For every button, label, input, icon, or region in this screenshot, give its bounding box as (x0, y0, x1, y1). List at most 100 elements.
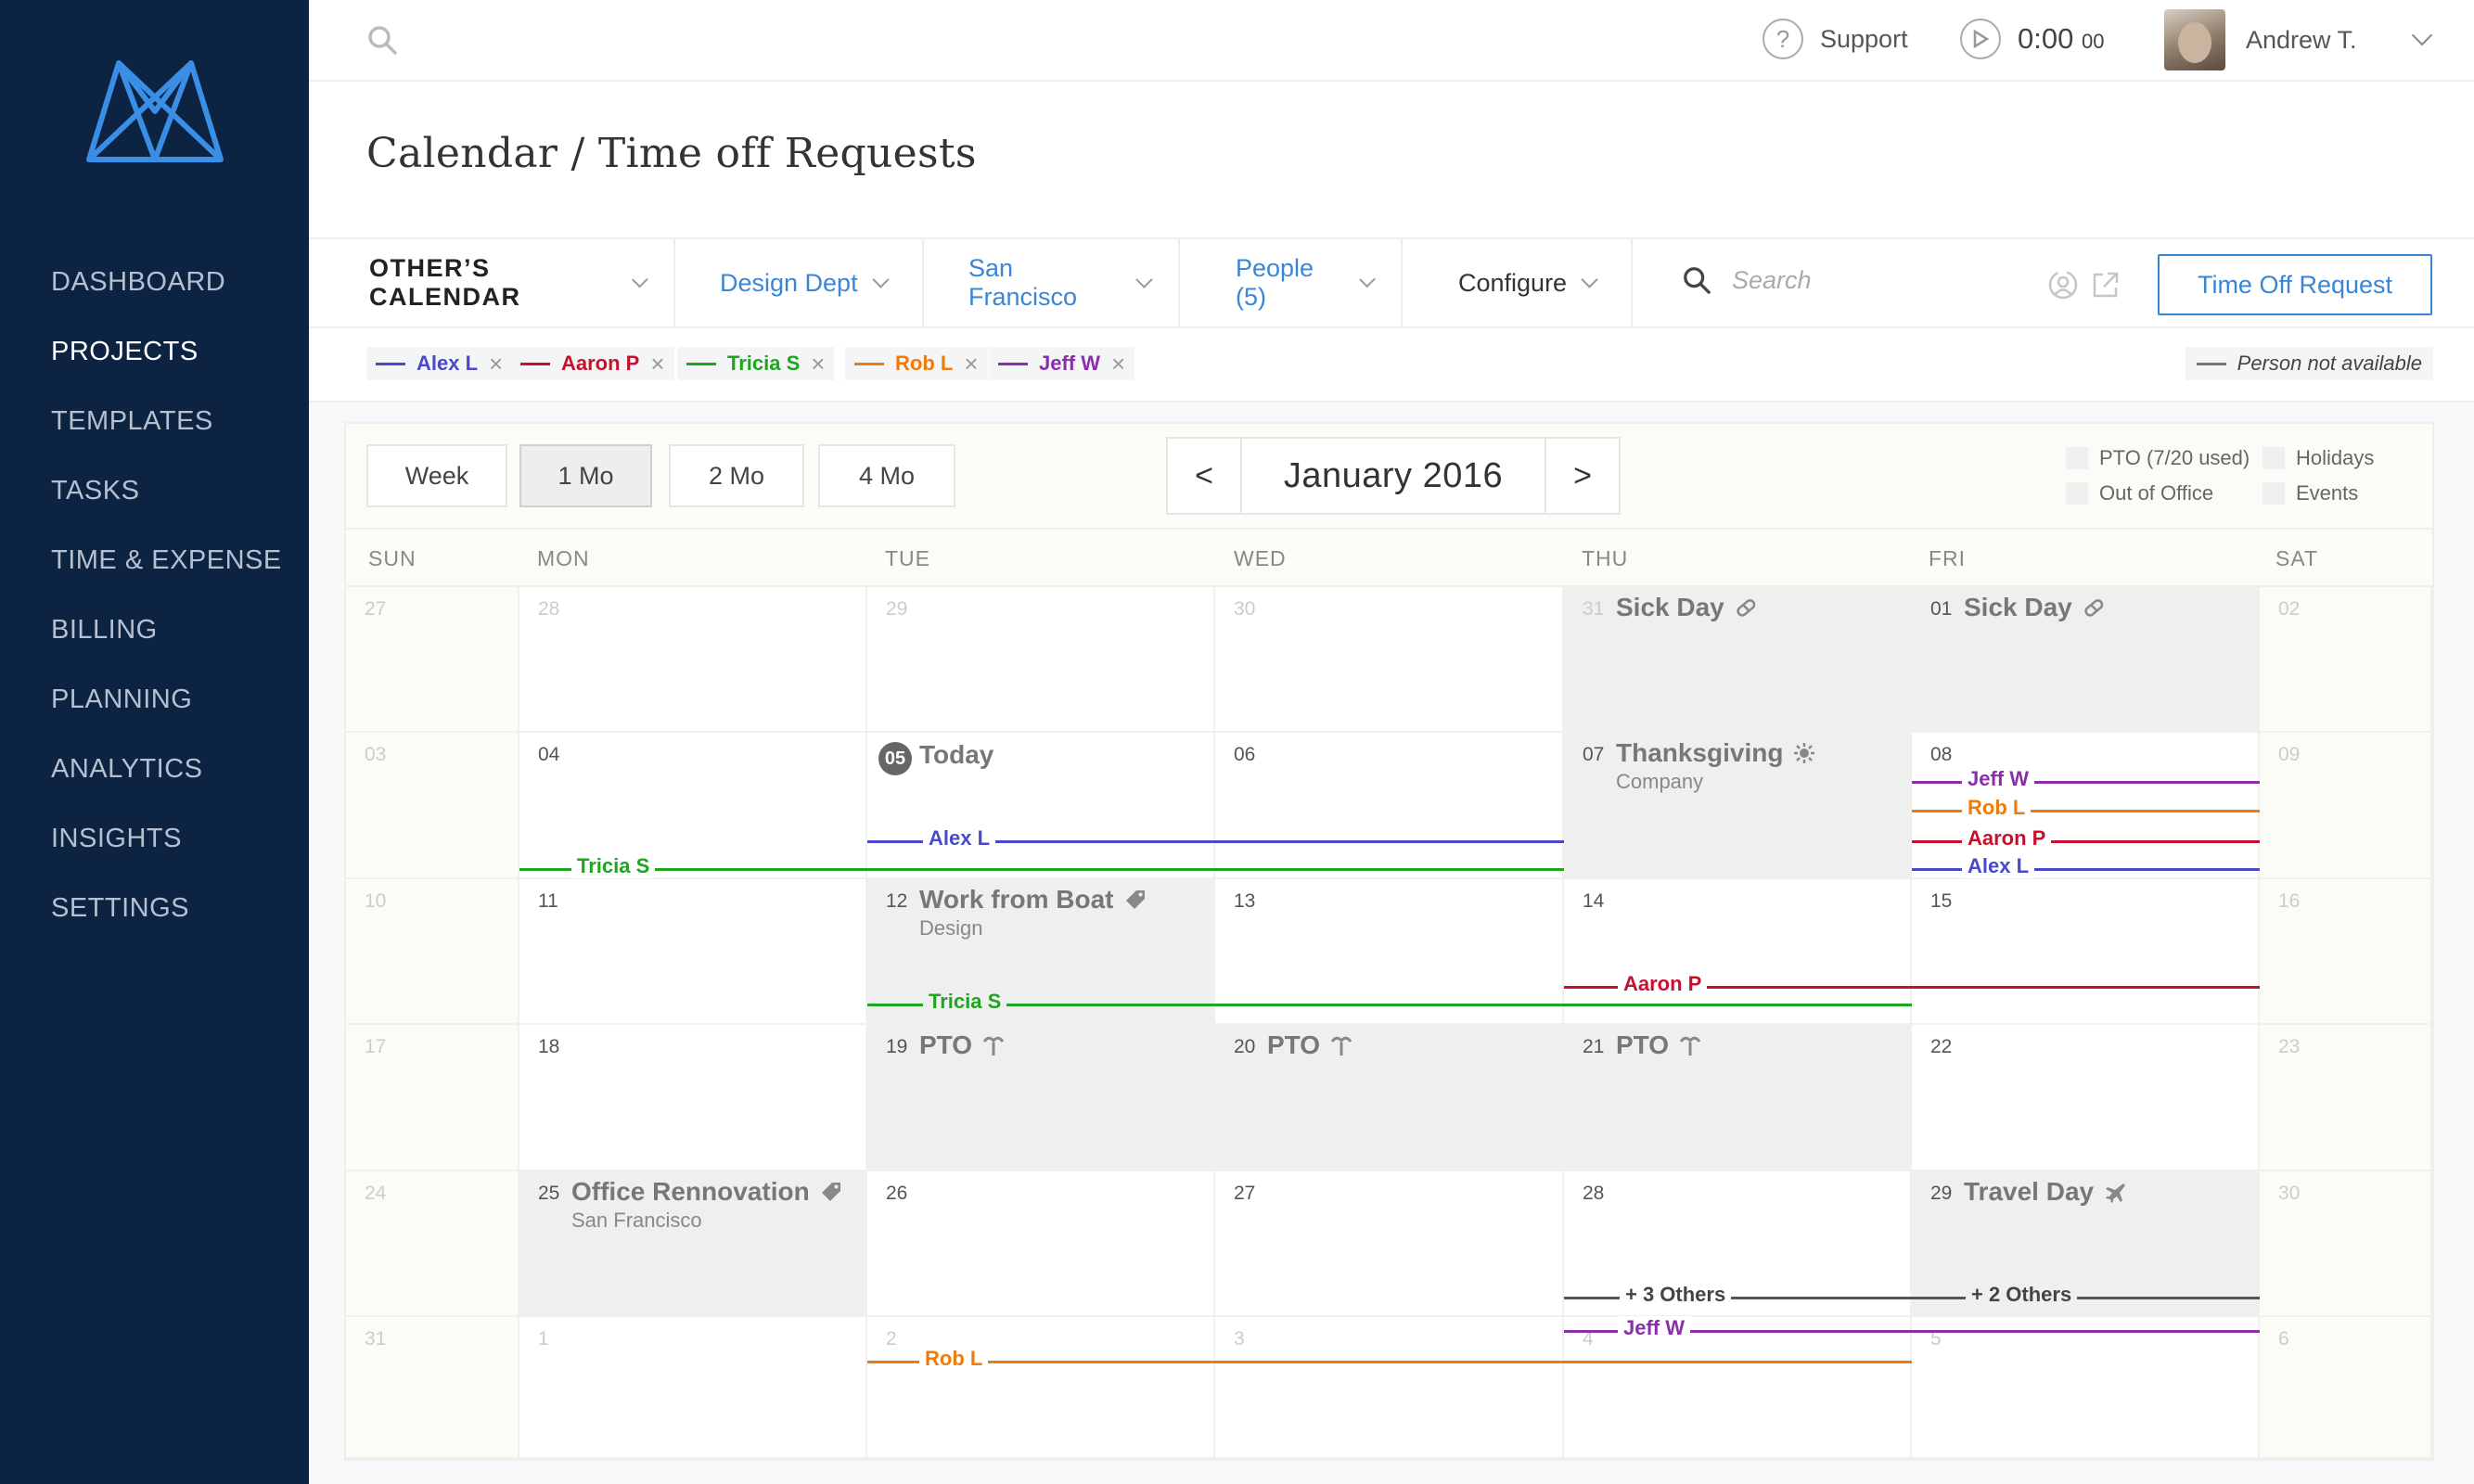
event-pto[interactable]: PTO (1267, 1030, 1353, 1060)
day-cell[interactable]: 22 (1912, 1025, 2260, 1171)
bar-aaron-p[interactable]: Aaron P (1912, 826, 2260, 851)
event-travel-day[interactable]: Travel Day (1964, 1177, 2127, 1207)
legend-holidays[interactable]: Holidays (2262, 446, 2374, 470)
nav-item-projects[interactable]: PROJECTS (0, 329, 309, 399)
day-cell[interactable]: 16 (2260, 879, 2432, 1025)
day-cell[interactable]: 3 (1215, 1317, 1564, 1459)
event-thanksgiving[interactable]: Thanksgiving (1616, 738, 1816, 768)
range-4mo-button[interactable]: 4 Mo (818, 444, 955, 507)
close-icon[interactable]: × (1111, 350, 1125, 378)
day-cell[interactable]: 06 (1215, 733, 1564, 879)
people-filter[interactable]: People (5) (1180, 239, 1403, 326)
checkbox[interactable] (2262, 447, 2285, 469)
day-cell[interactable]: 07 Thanksgiving Company (1564, 733, 1912, 879)
day-cell[interactable]: 15 (1912, 879, 2260, 1025)
legend-out-of-office[interactable]: Out of Office (2066, 481, 2213, 505)
bar-rob-l[interactable]: Rob L (1912, 796, 2260, 820)
chip-tricia-s[interactable]: Tricia S × (677, 347, 835, 380)
chevron-down-icon[interactable] (2411, 24, 2432, 46)
bar-alex-l[interactable]: Alex L (1912, 854, 2260, 878)
range-week-button[interactable]: Week (366, 444, 507, 507)
day-cell[interactable]: 27 (346, 587, 519, 733)
legend-pto[interactable]: PTO (7/20 used) (2066, 446, 2250, 470)
day-cell[interactable]: 01 Sick Day (1912, 587, 2260, 733)
checkbox[interactable] (2262, 482, 2285, 505)
day-cell[interactable]: 23 (2260, 1025, 2432, 1171)
nav-item-templates[interactable]: TEMPLATES (0, 399, 309, 468)
location-filter[interactable]: San Francisco (924, 239, 1180, 326)
play-icon[interactable] (1960, 19, 2001, 59)
configure-menu[interactable]: Configure (1403, 239, 1633, 326)
event-work-from-boat[interactable]: Work from Boat (919, 885, 1147, 915)
nav-item-billing[interactable]: BILLING (0, 608, 309, 677)
legend-events[interactable]: Events (2262, 481, 2358, 505)
close-icon[interactable]: × (964, 350, 978, 378)
day-cell[interactable]: 2 (867, 1317, 1215, 1459)
close-icon[interactable]: × (489, 350, 503, 378)
day-cell[interactable]: 19 PTO (867, 1025, 1215, 1171)
nav-item-time-expense[interactable]: TIME & EXPENSE (0, 538, 309, 608)
bar-jeff-w[interactable]: Jeff W (1564, 1316, 2260, 1340)
avatar[interactable] (2164, 9, 2225, 70)
day-cell[interactable]: 29 (867, 587, 1215, 733)
sync-user-icon[interactable] (2047, 269, 2079, 301)
day-cell[interactable]: 6 (2260, 1317, 2432, 1459)
nav-item-planning[interactable]: PLANNING (0, 677, 309, 747)
day-cell[interactable]: 17 (346, 1025, 519, 1171)
bar-jeff-w[interactable]: Jeff W (1912, 767, 2260, 791)
day-cell-today[interactable]: 05 Today (867, 733, 1215, 879)
chip-rob-l[interactable]: Rob L × (845, 347, 988, 380)
calendar-select[interactable]: OTHER’S CALENDAR (309, 239, 675, 326)
app-logo-icon[interactable] (82, 58, 228, 167)
timer[interactable]: 0:00 00 (1960, 19, 2104, 59)
nav-item-analytics[interactable]: ANALYTICS (0, 747, 309, 816)
bar-others[interactable]: + 2 Others (1912, 1283, 2260, 1307)
close-icon[interactable]: × (650, 350, 664, 378)
support-link[interactable]: ? Support (1763, 19, 1908, 59)
bar-others[interactable]: + 3 Others (1564, 1283, 1912, 1307)
day-cell[interactable]: 24 (346, 1171, 519, 1317)
user-menu[interactable]: Andrew T. (2164, 9, 2432, 70)
day-cell[interactable]: 30 (2260, 1171, 2432, 1317)
close-icon[interactable]: × (811, 350, 825, 378)
checkbox[interactable] (2066, 447, 2088, 469)
day-cell[interactable]: 29 Travel Day (1912, 1171, 2260, 1317)
day-cell[interactable]: 28 (1564, 1171, 1912, 1317)
day-cell[interactable]: 1 (519, 1317, 867, 1459)
chip-alex-l[interactable]: Alex L × (366, 347, 513, 380)
next-month-button[interactable]: > (1546, 439, 1619, 513)
time-off-request-button[interactable]: Time Off Request (2158, 254, 2432, 315)
day-cell[interactable]: 31 Sick Day (1564, 587, 1912, 733)
nav-item-insights[interactable]: INSIGHTS (0, 816, 309, 886)
day-cell[interactable]: 10 (346, 879, 519, 1025)
day-cell[interactable]: 09 (2260, 733, 2432, 879)
bar-tricia-s[interactable]: Tricia S (867, 990, 1912, 1014)
day-cell[interactable]: 20 PTO (1215, 1025, 1564, 1171)
day-cell[interactable]: 21 PTO (1564, 1025, 1912, 1171)
event-sick-day[interactable]: Sick Day (1616, 593, 1758, 622)
dept-filter[interactable]: Design Dept (675, 239, 924, 326)
day-cell[interactable]: 31 (346, 1317, 519, 1459)
day-cell[interactable]: 11 (519, 879, 867, 1025)
day-cell[interactable]: 4 (1564, 1317, 1912, 1459)
bar-aaron-p[interactable]: Aaron P (1564, 972, 2260, 996)
search-input[interactable]: Search (1682, 265, 1812, 295)
nav-item-settings[interactable]: SETTINGS (0, 886, 309, 955)
event-office-rennovation[interactable]: Office Rennovation (571, 1177, 843, 1207)
range-2mo-button[interactable]: 2 Mo (669, 444, 804, 507)
event-pto[interactable]: PTO (919, 1030, 1006, 1060)
bar-tricia-s[interactable]: Tricia S (519, 854, 1564, 878)
search-icon[interactable] (366, 24, 398, 56)
day-cell[interactable]: 03 (346, 733, 519, 879)
day-cell[interactable]: 5 (1912, 1317, 2260, 1459)
day-cell[interactable]: 26 (867, 1171, 1215, 1317)
bar-alex-l[interactable]: Alex L (867, 826, 1564, 851)
chip-jeff-w[interactable]: Jeff W × (989, 347, 1135, 380)
bar-rob-l[interactable]: Rob L (867, 1347, 1912, 1371)
prev-month-button[interactable]: < (1168, 439, 1240, 513)
range-1mo-button[interactable]: 1 Mo (519, 444, 652, 507)
day-cell[interactable]: 27 (1215, 1171, 1564, 1317)
day-cell[interactable]: 30 (1215, 587, 1564, 733)
external-link-icon[interactable] (2090, 269, 2121, 301)
nav-item-dashboard[interactable]: DASHBOARD (0, 260, 309, 329)
